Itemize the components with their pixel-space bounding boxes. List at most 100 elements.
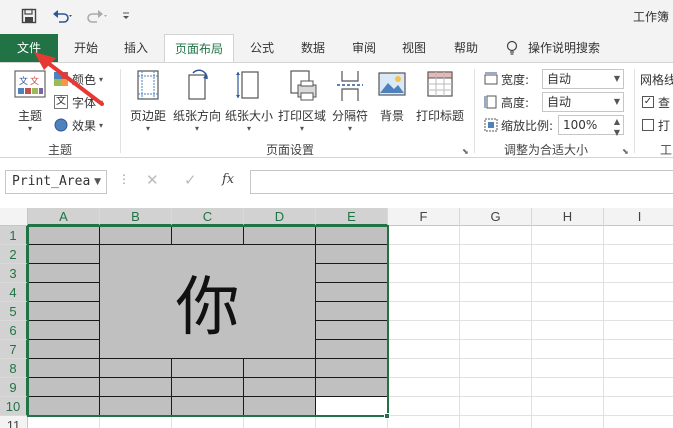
cell-a2[interactable] [28,245,100,264]
row-header-4[interactable]: 4 [0,283,28,302]
name-box[interactable]: Print_Area ▼ [5,170,107,194]
row-header-3[interactable]: 3 [0,264,28,283]
print-area-label: 打印区域 [277,109,326,123]
tab-home[interactable]: 开始 [62,34,110,62]
cell-e3[interactable] [316,264,388,283]
cell-e7[interactable] [316,340,388,359]
tab-file[interactable]: 文件 [0,34,58,62]
cell-c1[interactable] [172,226,244,245]
orientation-button[interactable]: 纸张方向 ▾ [172,69,222,135]
cell-c10[interactable] [172,397,244,416]
themes-button[interactable]: 文文 主题 ▾ [8,69,52,135]
column-header-a[interactable]: A [28,208,100,226]
cell-d1[interactable] [244,226,316,245]
cell-d8[interactable] [244,359,316,378]
theme-fonts-button[interactable]: 文 字体 ▾ [54,92,103,112]
cell-b1[interactable] [100,226,172,245]
more-options-icon[interactable]: ⋮ [118,172,130,186]
row-header-9[interactable]: 9 [0,378,28,397]
cell-c9[interactable] [172,378,244,397]
select-all-button[interactable] [0,208,28,226]
scale-spinner[interactable]: 100% ▲ ▼ [558,115,624,137]
cell-e8[interactable] [316,359,388,378]
cell-c8[interactable] [172,359,244,378]
tell-me-search[interactable]: 操作说明搜索 [528,34,612,62]
theme-colors-button[interactable]: 颜色 ▾ [54,69,103,89]
background-button[interactable]: 背景 [374,69,410,135]
breaks-button[interactable]: 分隔符 ▾ [330,69,370,135]
cell-a3[interactable] [28,264,100,283]
column-header-h[interactable]: H [532,208,604,226]
cell-e2[interactable] [316,245,388,264]
gridlines-view-checkbox[interactable]: ✓ 查 [642,92,670,112]
dialog-launcher-icon[interactable]: ⬊ [462,147,469,156]
column-header-b[interactable]: B [100,208,172,226]
redo-icon[interactable] [84,6,110,26]
tab-data[interactable]: 数据 [288,34,338,62]
print-area-button[interactable]: 打印区域 ▾ [276,69,328,135]
row-header-10[interactable]: 10 [0,397,28,416]
cell-b10[interactable] [100,397,172,416]
row-header-5[interactable]: 5 [0,302,28,321]
background-label: 背景 [379,109,404,123]
enter-icon[interactable]: ✓ [184,171,197,189]
lightbulb-icon[interactable] [500,34,524,62]
cell-e1[interactable] [316,226,388,245]
cell-a6[interactable] [28,321,100,340]
dialog-launcher-icon[interactable]: ⬊ [622,147,629,156]
cell-a1[interactable] [28,226,100,245]
tab-insert[interactable]: 插入 [112,34,160,62]
width-select[interactable]: 自动 ▼ [542,69,624,89]
tab-help[interactable]: 帮助 [442,34,490,62]
undo-icon[interactable] [50,6,76,26]
gridlines-print-checkbox[interactable]: 打 [642,115,670,135]
chevron-down-icon: ▾ [27,124,32,133]
fill-handle[interactable] [384,413,390,419]
merged-cell-b2-d7[interactable]: 你 [100,245,316,359]
tab-formulas[interactable]: 公式 [238,34,286,62]
cell-a8[interactable] [28,359,100,378]
cancel-icon[interactable]: ✕ [146,171,159,189]
cell-e6[interactable] [316,321,388,340]
background-image-icon [376,69,408,103]
worksheet-grid[interactable]: ABCDEFGHI 1 2 3 4 5 6 7 8 9 10 11 你 [0,208,673,428]
save-icon[interactable] [18,6,40,26]
cell-b9[interactable] [100,378,172,397]
cell-d10[interactable] [244,397,316,416]
cell-e5[interactable] [316,302,388,321]
row-header-1[interactable]: 1 [0,226,28,245]
column-header-g[interactable]: G [460,208,532,226]
font-icon: 文 [54,95,68,109]
height-select[interactable]: 自动 ▼ [542,92,624,112]
row-header-11[interactable]: 11 [0,416,28,428]
column-header-f[interactable]: F [388,208,460,226]
column-header-i[interactable]: I [604,208,673,226]
spin-down-icon[interactable]: ▼ [614,124,620,142]
tab-page-layout[interactable]: 页面布局 [164,34,234,63]
cell-a9[interactable] [28,378,100,397]
column-header-c[interactable]: C [172,208,244,226]
size-button[interactable]: 纸张大小 ▾ [224,69,274,135]
row-header-2[interactable]: 2 [0,245,28,264]
tab-view[interactable]: 视图 [390,34,438,62]
row-header-8[interactable]: 8 [0,359,28,378]
insert-function-button[interactable]: fx [222,172,234,187]
row-header-7[interactable]: 7 [0,340,28,359]
cell-e9[interactable] [316,378,388,397]
cell-b8[interactable] [100,359,172,378]
margins-button[interactable]: 页边距 ▾ [128,69,168,135]
cell-a5[interactable] [28,302,100,321]
customize-qat-icon[interactable] [118,6,134,26]
column-header-e[interactable]: E [316,208,388,226]
cell-a4[interactable] [28,283,100,302]
column-header-d[interactable]: D [244,208,316,226]
print-titles-button[interactable]: 打印标题 [412,69,468,135]
cell-a10[interactable] [28,397,100,416]
cell-d9[interactable] [244,378,316,397]
cell-a7[interactable] [28,340,100,359]
tab-review[interactable]: 审阅 [340,34,388,62]
theme-effects-button[interactable]: 效果 ▾ [54,115,103,135]
row-header-6[interactable]: 6 [0,321,28,340]
formula-input[interactable] [250,170,673,194]
cell-e4[interactable] [316,283,388,302]
